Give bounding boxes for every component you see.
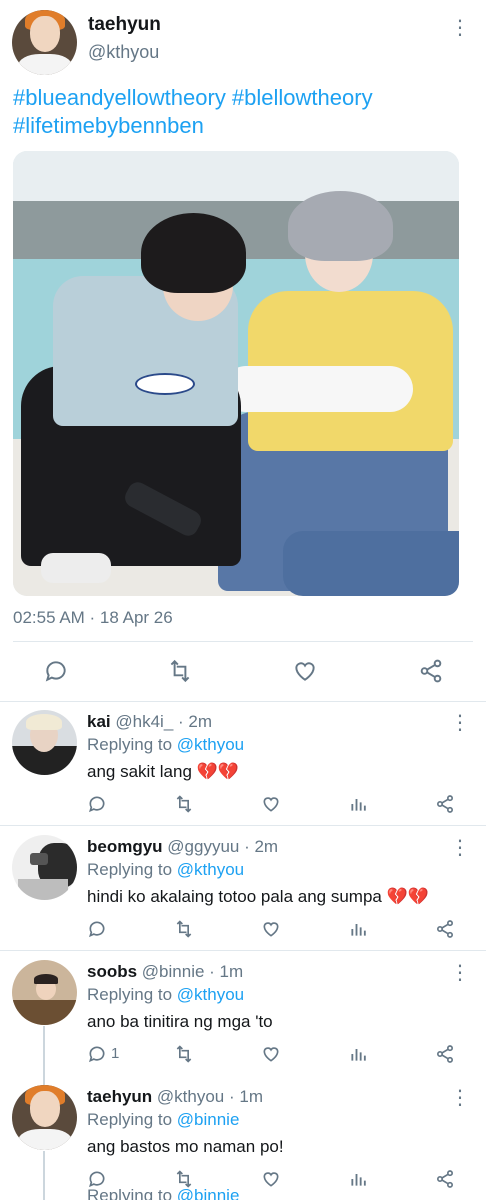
analytics-icon[interactable]	[349, 1169, 369, 1189]
retweet-icon[interactable]	[166, 658, 194, 684]
mention-link[interactable]: @binnie	[177, 1187, 240, 1200]
reply-text: ang sakit lang 💔💔	[87, 762, 239, 781]
author-handle: @binnie · 1m	[141, 962, 244, 981]
share-icon[interactable]	[435, 794, 455, 814]
avatar[interactable]	[12, 835, 77, 900]
like-icon[interactable]	[261, 919, 281, 939]
author-handle: @kthyou · 1m	[156, 1087, 263, 1106]
analytics-icon[interactable]	[349, 1044, 369, 1064]
divider	[0, 825, 486, 826]
tweet-timestamp: 02:55 AM · 18 Apr 26	[13, 608, 173, 627]
reply-icon[interactable]	[87, 1169, 107, 1189]
reply-icon[interactable]	[87, 919, 107, 939]
reply-tweet[interactable]: taehyun @kthyou · 1m Replying to @binnie…	[0, 1078, 486, 1200]
replying-to: Replying to @kthyou	[87, 860, 245, 879]
broken-heart-emoji: 💔💔	[196, 762, 239, 781]
avatar[interactable]	[12, 10, 77, 75]
author-name[interactable]: taehyun	[87, 1087, 152, 1106]
reply-count: 1	[111, 1045, 120, 1062]
author-handle: @hk4i_ · 2m	[115, 712, 212, 731]
author-handle: @ggyyuu · 2m	[167, 837, 279, 856]
reply-actions: 1	[0, 1044, 486, 1068]
share-icon[interactable]	[418, 658, 444, 684]
like-icon[interactable]	[261, 794, 281, 814]
tweet-photo[interactable]	[13, 151, 459, 596]
avatar[interactable]	[12, 710, 77, 775]
more-options-icon[interactable]: ⋮	[450, 18, 470, 38]
mention-link[interactable]: @kthyou	[177, 860, 244, 879]
retweet-icon[interactable]	[173, 794, 195, 814]
reply-icon[interactable]	[43, 658, 69, 684]
author-name[interactable]: beomgyu	[87, 837, 163, 856]
reply-tweet[interactable]: beomgyu @ggyyuu · 2m Replying to @kthyou…	[0, 828, 486, 952]
share-icon[interactable]	[435, 919, 455, 939]
analytics-icon[interactable]	[349, 794, 369, 814]
like-icon[interactable]	[292, 658, 318, 684]
broken-heart-emoji: 💔💔	[386, 887, 429, 906]
retweet-icon[interactable]	[173, 1169, 195, 1189]
like-icon[interactable]	[261, 1169, 281, 1189]
retweet-icon[interactable]	[173, 1044, 195, 1064]
more-options-icon[interactable]: ⋮	[450, 963, 470, 983]
mention-link[interactable]: @kthyou	[177, 735, 244, 754]
author-name[interactable]: taehyun	[88, 14, 161, 36]
divider	[0, 950, 486, 951]
reply-actions	[0, 794, 486, 818]
main-tweet: taehyun @kthyou ⋮ #blueandyellowtheory #…	[0, 0, 486, 700]
more-options-icon[interactable]: ⋮	[450, 713, 470, 733]
share-icon[interactable]	[435, 1169, 455, 1189]
mention-link[interactable]: @kthyou	[177, 985, 244, 1004]
author-handle[interactable]: @kthyou	[88, 42, 159, 63]
share-icon[interactable]	[435, 1044, 455, 1064]
reply-actions	[0, 919, 486, 943]
retweet-icon[interactable]	[173, 919, 195, 939]
tweet-hashtags[interactable]: #blueandyellowtheory #blellowtheory #lif…	[13, 84, 473, 140]
replying-to: Replying to @kthyou	[87, 985, 245, 1004]
reply-tweet[interactable]: kai @hk4i_ · 2m Replying to @kthyou ang …	[0, 703, 486, 827]
like-icon[interactable]	[261, 1044, 281, 1064]
reply-tweet[interactable]: soobs @binnie · 1m Replying to @kthyou a…	[0, 953, 486, 1077]
mention-link[interactable]: @binnie	[177, 1110, 240, 1129]
avatar[interactable]	[12, 960, 77, 1025]
author-name[interactable]: kai	[87, 712, 111, 731]
analytics-icon[interactable]	[349, 919, 369, 939]
replying-to: Replying to @kthyou	[87, 735, 245, 754]
replying-to-partial: Replying to @binnie	[87, 1187, 239, 1200]
tweet-actions	[0, 655, 486, 689]
reply-text: hindi ko akalaing totoo pala ang sumpa 💔…	[87, 887, 429, 906]
more-options-icon[interactable]: ⋮	[450, 1088, 470, 1108]
reply-icon[interactable]	[87, 794, 107, 814]
reply-actions	[0, 1169, 486, 1193]
reply-text: ano ba tinitira ng mga 'to	[87, 1012, 273, 1031]
divider	[13, 641, 473, 642]
author-name[interactable]: soobs	[87, 962, 137, 981]
reply-icon[interactable]	[87, 1044, 107, 1064]
replying-to: Replying to @binnie	[87, 1110, 240, 1129]
reply-text: ang bastos mo naman po!	[87, 1137, 284, 1156]
avatar[interactable]	[12, 1085, 77, 1150]
divider	[0, 701, 486, 702]
more-options-icon[interactable]: ⋮	[450, 838, 470, 858]
